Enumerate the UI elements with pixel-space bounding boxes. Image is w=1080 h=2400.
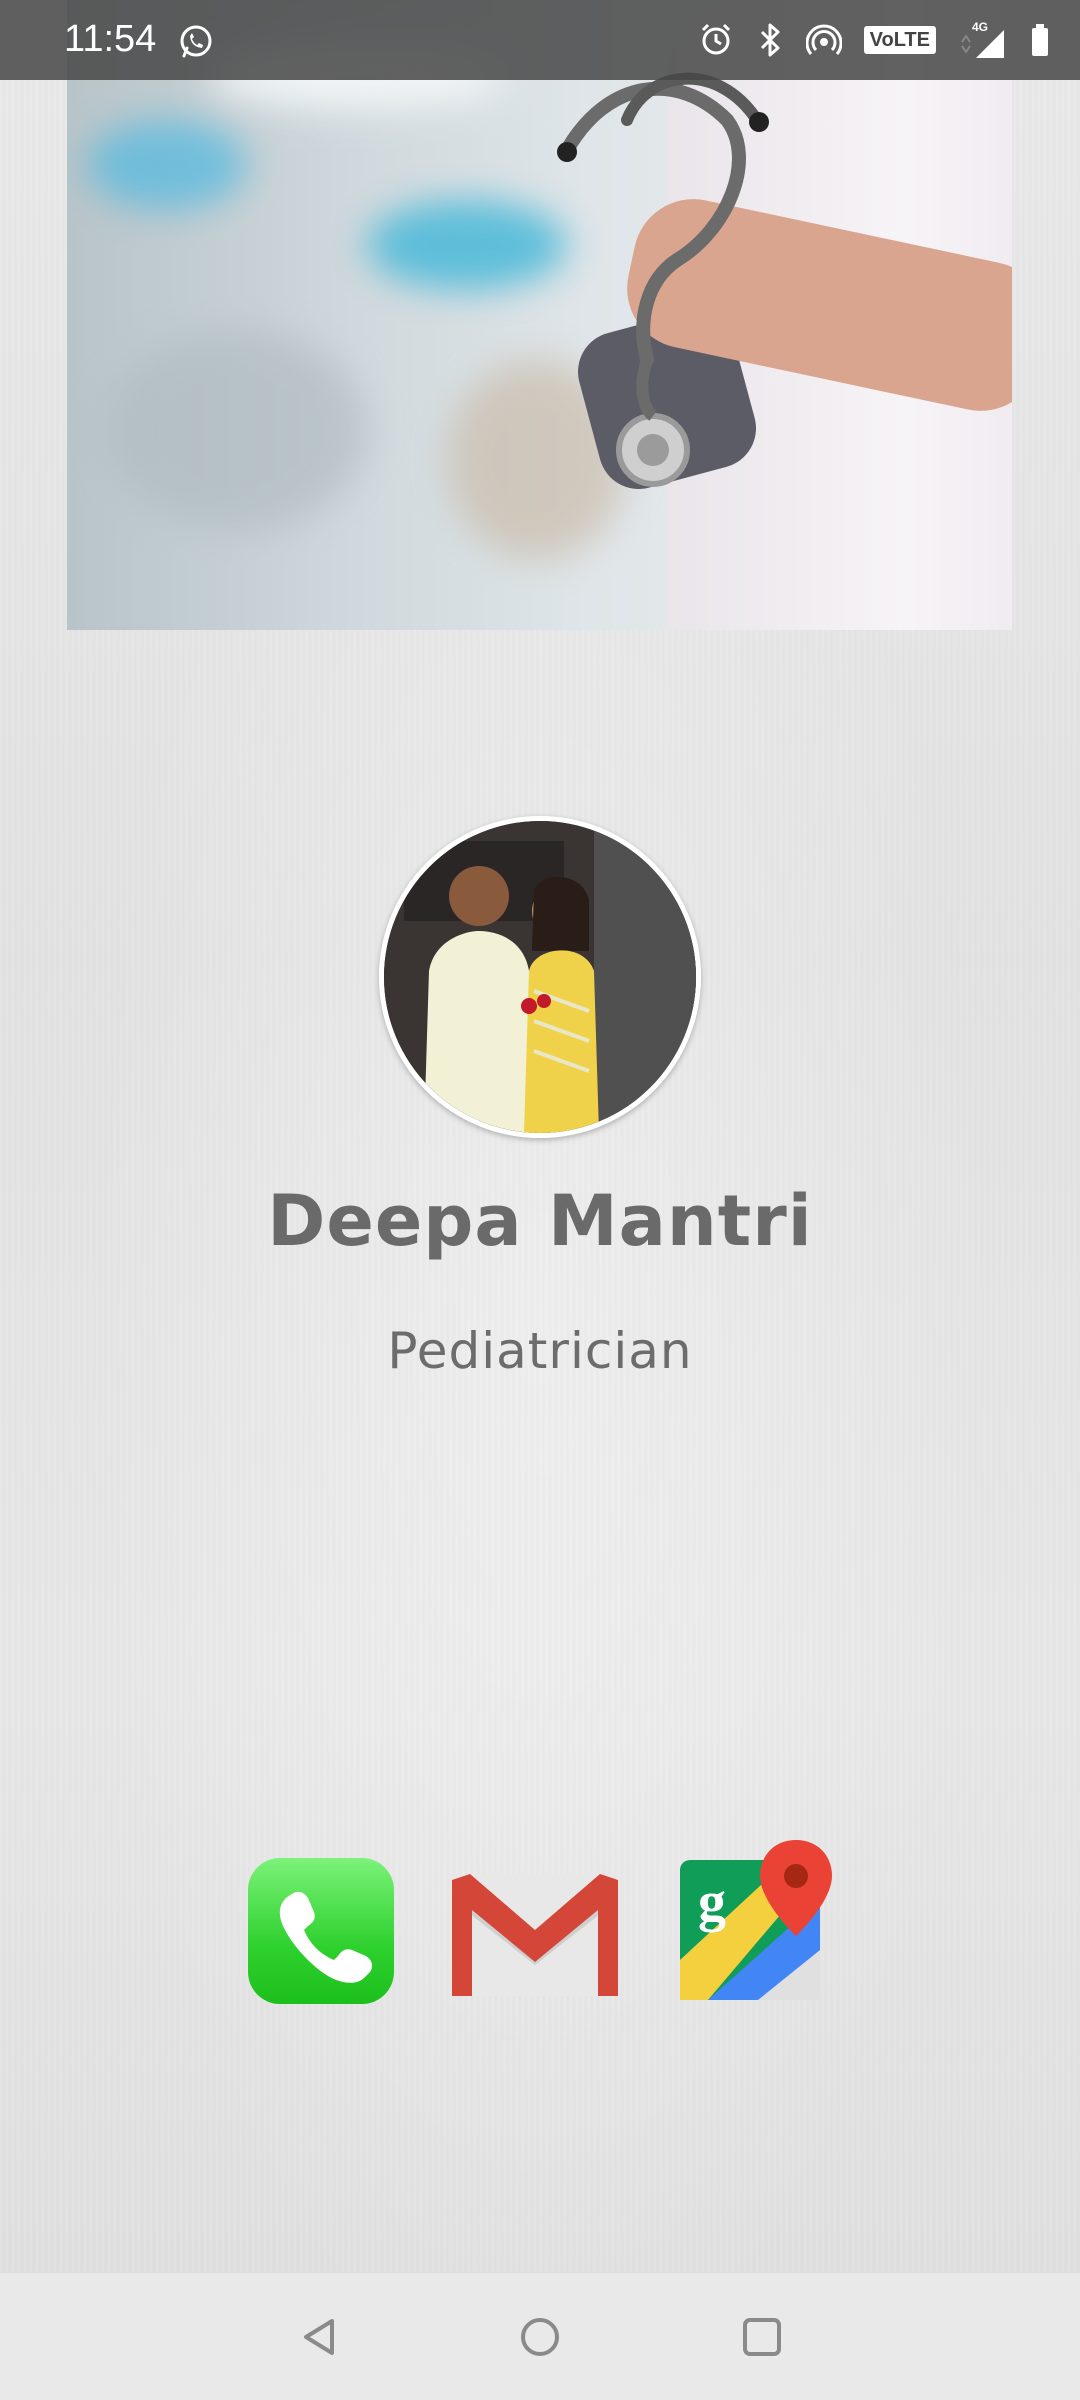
avatar: [379, 816, 701, 1138]
contact-actions: g: [0, 1830, 1080, 2010]
google-maps-icon: g: [680, 1840, 832, 2000]
volte-icon: VoLTE: [863, 26, 936, 54]
doctor-name: Deepa Mantri: [267, 1180, 813, 1262]
back-button[interactable]: [290, 2307, 350, 2367]
navigation-bar: [0, 2272, 1080, 2400]
gmail-icon: [452, 1874, 618, 1996]
doctor-specialty: Pediatrician: [387, 1322, 693, 1380]
avatar-photo: [384, 821, 696, 1133]
stethoscope-icon: [557, 72, 769, 487]
hotspot-icon: [805, 24, 842, 55]
email-button[interactable]: [450, 1870, 620, 2000]
bluetooth-icon: [760, 23, 780, 57]
blur-floor: [107, 330, 367, 530]
home-icon: [521, 2318, 559, 2356]
profile-screen: 11:54 VoLTE 4G Deepa Mantri Pediatrician…: [0, 0, 1080, 2400]
battery-icon: [1032, 24, 1048, 56]
recents-icon: [743, 2318, 781, 2356]
status-icons: VoLTE 4G: [698, 20, 1050, 60]
whatsapp-icon: [180, 25, 212, 58]
home-button[interactable]: [510, 2307, 570, 2367]
status-bar: 11:54 VoLTE 4G: [0, 0, 1080, 80]
maps-g-letter: g: [698, 1871, 726, 1933]
header-image: [67, 0, 1012, 630]
alarm-icon: [701, 23, 730, 55]
recents-button[interactable]: [732, 2307, 792, 2367]
maps-button[interactable]: g: [678, 1840, 834, 2010]
phone-icon: [279, 1891, 373, 1983]
status-time: 11:54: [64, 18, 157, 60]
phone-button[interactable]: [248, 1858, 394, 2004]
network-label: 4G: [972, 20, 988, 34]
blur-light: [87, 120, 247, 210]
signal-4g-icon: 4G: [961, 20, 1004, 58]
back-icon: [304, 2319, 334, 2355]
